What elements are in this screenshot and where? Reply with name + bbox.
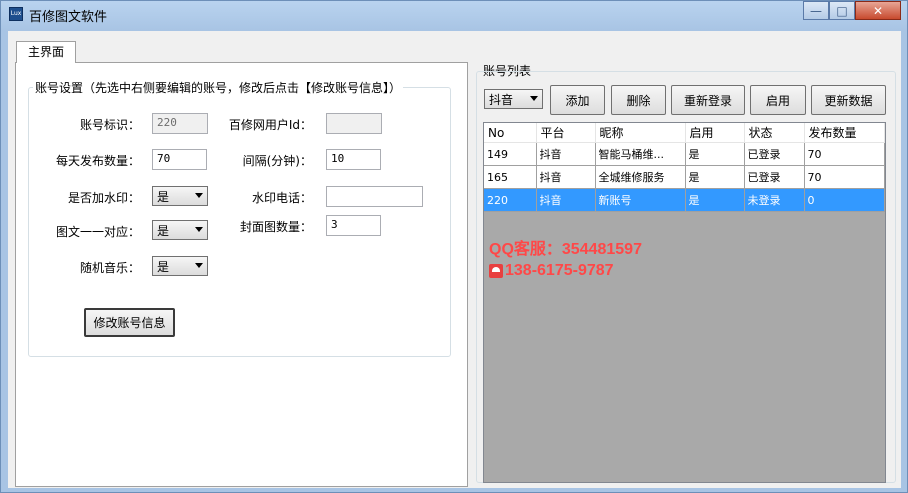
table-cell: 70 — [804, 165, 885, 189]
chevron-down-icon — [530, 96, 538, 101]
chevron-down-icon — [195, 193, 203, 198]
table-cell: 165 — [484, 165, 537, 189]
watermark-phone-label: 水印电话： — [251, 191, 312, 205]
app-icon: Lux — [9, 7, 23, 21]
table-cell: 0 — [804, 188, 885, 212]
table-cell: 是 — [685, 142, 745, 166]
table-row[interactable]: 165 抖音 全城维修服务 是 已登录 70 — [484, 165, 885, 189]
watermark-select[interactable]: 是 — [152, 186, 208, 206]
account-table[interactable]: No 平台 昵称 启用 状态 发布数量 149 抖音 智能马桶维... 是 已登 — [483, 122, 886, 483]
relogin-button[interactable]: 重新登录 — [671, 85, 745, 115]
account-id-label: 账号标识： — [79, 118, 140, 132]
watermark-qq-text: QQ客服：354481597 — [489, 241, 642, 258]
close-button[interactable]: ✕ — [855, 1, 901, 20]
table-cell: 抖音 — [536, 142, 596, 166]
table-cell: 智能马桶维... — [595, 142, 686, 166]
column-header[interactable]: No — [484, 123, 537, 143]
daily-posts-label: 每天发布数量： — [55, 154, 140, 168]
tab-main[interactable]: 主界面 — [16, 41, 76, 63]
add-account-button[interactable]: 添加 — [550, 85, 605, 115]
minimize-button[interactable]: — — [803, 1, 829, 20]
refresh-data-button[interactable]: 更新数据 — [811, 85, 886, 115]
table-cell: 已登录 — [744, 142, 805, 166]
table-cell: 新账号 — [595, 188, 686, 212]
table-cell: 220 — [484, 188, 537, 212]
watermark-phone-text: 138-6175-9787 — [505, 262, 614, 279]
telephone-icon — [489, 263, 503, 278]
client-area: 主界面 账号设置（先选中右侧要编辑的账号，修改后点击【修改账号信息】） 账号标识… — [8, 31, 901, 488]
column-header[interactable]: 状态 — [744, 123, 805, 143]
maximize-icon: □ — [836, 3, 848, 18]
platform-select-value: 抖音 — [489, 93, 514, 107]
title-bar[interactable]: Lux 百修图文软件 — □ ✕ — [1, 1, 907, 29]
account-settings-legend: 账号设置（先选中右侧要编辑的账号，修改后点击【修改账号信息】） — [33, 79, 404, 96]
one-to-one-select[interactable]: 是 — [152, 220, 208, 240]
watermark-select-value: 是 — [157, 190, 170, 204]
window-title: 百修图文软件 — [29, 10, 108, 25]
maximize-button[interactable]: □ — [829, 1, 855, 20]
watermark-phone-line: 138-6175-9787 — [489, 260, 642, 281]
table-row[interactable]: 149 抖音 智能马桶维... 是 已登录 70 — [484, 142, 885, 166]
minimize-icon: — — [810, 3, 822, 18]
table-cell: 未登录 — [744, 188, 805, 212]
chevron-down-icon — [195, 227, 203, 232]
table-cell: 已登录 — [744, 165, 805, 189]
daily-posts-field[interactable]: 70 — [152, 149, 207, 170]
account-settings-group: 账号设置（先选中右侧要编辑的账号，修改后点击【修改账号信息】） 账号标识： 22… — [28, 79, 451, 357]
delete-account-button[interactable]: 删除 — [611, 85, 666, 115]
random-music-select-value: 是 — [157, 260, 170, 274]
random-music-select[interactable]: 是 — [152, 256, 208, 276]
one-to-one-select-value: 是 — [157, 224, 170, 238]
cover-count-field[interactable]: 3 — [326, 215, 381, 236]
table-cell: 是 — [685, 188, 745, 212]
table-cell: 是 — [685, 165, 745, 189]
baixiu-user-id-label: 百修网用户Id： — [228, 118, 312, 132]
watermark-phone-field[interactable] — [326, 186, 423, 207]
chevron-down-icon — [195, 263, 203, 268]
table-cell: 149 — [484, 142, 537, 166]
table-cell: 抖音 — [536, 165, 596, 189]
column-header[interactable]: 发布数量 — [804, 123, 885, 143]
cover-count-label: 封面图数量： — [239, 220, 312, 234]
update-account-button[interactable]: 修改账号信息 — [84, 308, 175, 337]
table-row-selected[interactable]: 220 抖音 新账号 是 未登录 0 — [484, 188, 885, 212]
platform-select[interactable]: 抖音 — [484, 89, 543, 109]
interval-field[interactable]: 10 — [326, 149, 381, 170]
one-to-one-label: 图文一一对应： — [55, 225, 140, 239]
column-header[interactable]: 昵称 — [595, 123, 686, 143]
interval-label: 间隔(分钟)： — [242, 154, 312, 168]
enable-button[interactable]: 启用 — [750, 85, 806, 115]
watermark-label: 是否加水印： — [67, 191, 140, 205]
account-id-field: 220 — [152, 113, 208, 134]
close-icon: ✕ — [872, 3, 884, 18]
table-cell: 抖音 — [536, 188, 596, 212]
table-header-row: No 平台 昵称 启用 状态 发布数量 — [484, 123, 885, 143]
table-cell: 全城维修服务 — [595, 165, 686, 189]
baixiu-user-id-field — [326, 113, 382, 134]
column-header[interactable]: 平台 — [536, 123, 596, 143]
random-music-label: 随机音乐： — [79, 261, 140, 275]
table-cell: 70 — [804, 142, 885, 166]
main-tab-panel: 账号设置（先选中右侧要编辑的账号，修改后点击【修改账号信息】） 账号标识： 22… — [15, 62, 468, 487]
watermark-overlay: QQ客服：354481597 138-6175-9787 — [489, 239, 642, 281]
column-header[interactable]: 启用 — [685, 123, 745, 143]
app-window: Lux 百修图文软件 — □ ✕ 主界面 账号设置（先选中右侧要编辑的账号，修改… — [0, 0, 908, 493]
